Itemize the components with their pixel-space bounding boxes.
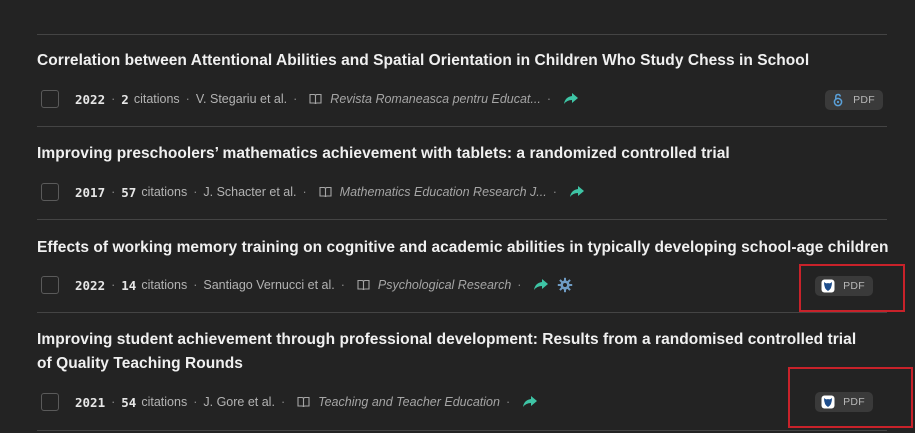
separator-dot: ·	[552, 185, 557, 199]
paper-year: 2017	[75, 184, 106, 200]
divider	[37, 126, 887, 127]
divider	[37, 34, 887, 35]
paper-authors[interactable]: J. Schacter et al.	[203, 185, 296, 199]
separator-dot: ·	[111, 278, 116, 292]
cite-share-icon[interactable]	[522, 395, 538, 409]
separator-dot: ·	[111, 395, 116, 409]
citations-label: citations	[141, 185, 188, 199]
pdf-label: PDF	[853, 94, 875, 106]
journal-book-icon	[357, 279, 370, 291]
paper-meta: 2021 · 54 citations · J. Gore et al. · T…	[37, 391, 892, 413]
result-item: Correlation between Attentional Abilitie…	[37, 49, 892, 110]
citations-label: citations	[141, 278, 188, 292]
journal-name[interactable]: Teaching and Teacher Education	[318, 395, 500, 409]
result-item: Effects of working memory training on co…	[37, 236, 892, 296]
select-checkbox[interactable]	[41, 90, 59, 108]
paper-title[interactable]: Effects of working memory training on co…	[37, 236, 892, 260]
journal-book-icon	[309, 93, 322, 105]
divider	[37, 312, 887, 313]
journal-name[interactable]: Mathematics Education Research J...	[340, 185, 547, 199]
separator-dot: ·	[111, 92, 116, 106]
citation-count: 54	[121, 394, 137, 410]
separator-dot: ·	[280, 395, 286, 409]
cite-share-icon[interactable]	[533, 278, 549, 292]
select-checkbox[interactable]	[41, 393, 59, 411]
journal-book-icon	[297, 396, 310, 408]
cite-share-icon[interactable]	[563, 92, 579, 106]
result-item: Improving preschoolers’ mathematics achi…	[37, 142, 892, 201]
paper-meta: 2022 · 2 citations · V. Stegariu et al. …	[37, 88, 892, 110]
divider	[37, 430, 887, 431]
search-results: Correlation between Attentional Abilitie…	[0, 0, 915, 433]
highlight-box	[788, 367, 913, 428]
citation-count: 57	[121, 184, 137, 200]
journal-name[interactable]: Psychological Research	[378, 278, 511, 292]
cite-share-icon[interactable]	[569, 185, 585, 199]
paper-authors[interactable]: Santiago Vernucci et al.	[203, 278, 334, 292]
paper-year: 2022	[75, 91, 106, 107]
separator-dot: ·	[193, 278, 198, 292]
citations-label: citations	[133, 92, 180, 106]
separator-dot: ·	[517, 278, 522, 292]
separator-dot: ·	[193, 185, 198, 199]
separator-dot: ·	[302, 185, 307, 199]
paper-authors[interactable]: J. Gore et al.	[203, 395, 275, 409]
separator-dot: ·	[185, 92, 190, 106]
paper-year: 2022	[75, 277, 106, 293]
highlight-box	[799, 264, 905, 312]
paper-authors[interactable]: V. Stegariu et al.	[196, 92, 287, 106]
separator-dot: ·	[505, 395, 511, 409]
paper-year: 2021	[75, 394, 106, 410]
paper-meta: 2022 · 14 citations · Santiago Vernucci …	[37, 274, 892, 296]
open-access-icon	[833, 93, 843, 107]
select-checkbox[interactable]	[41, 276, 59, 294]
divider	[37, 219, 887, 220]
select-checkbox[interactable]	[41, 183, 59, 201]
citation-count: 2	[121, 91, 129, 107]
result-item: Improving student achievement through pr…	[37, 328, 892, 412]
separator-dot: ·	[111, 185, 116, 199]
citations-label: citations	[141, 395, 188, 409]
paper-meta: 2017 · 57 citations · J. Schacter et al.…	[37, 181, 892, 203]
citation-count: 14	[121, 277, 137, 293]
separator-dot: ·	[193, 395, 198, 409]
journal-book-icon	[319, 186, 332, 198]
paper-title[interactable]: Correlation between Attentional Abilitie…	[37, 49, 892, 73]
paper-title[interactable]: Improving preschoolers’ mathematics achi…	[37, 142, 892, 166]
separator-dot: ·	[293, 92, 298, 106]
separator-dot: ·	[546, 92, 551, 106]
journal-name[interactable]: Revista Romaneasca pentru Educat...	[330, 92, 541, 106]
settings-gear-icon[interactable]	[557, 277, 573, 293]
paper-title[interactable]: Improving student achievement through pr…	[37, 328, 872, 376]
separator-dot: ·	[340, 278, 345, 292]
pdf-button[interactable]: PDF	[825, 90, 883, 110]
